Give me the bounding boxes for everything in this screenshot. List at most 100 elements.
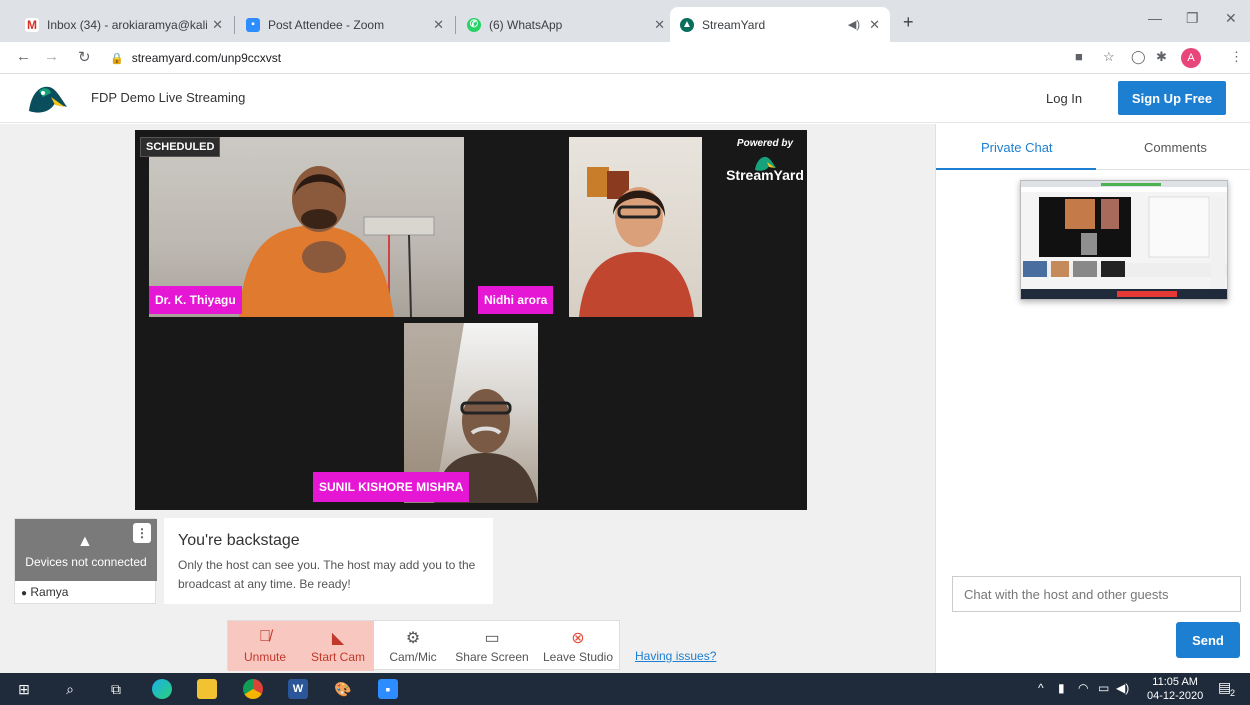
user-name: Ramya [30, 585, 69, 599]
camera-icon[interactable]: ■ [1075, 49, 1083, 64]
unmute-button[interactable]: 🎙̸ Unmute [228, 621, 302, 671]
cam-mic-button[interactable]: ⚙ Cam/Mic [378, 621, 448, 671]
gmail-icon: M [25, 17, 39, 32]
chat-input[interactable]: Chat with the host and other guests [952, 576, 1241, 612]
tab-streamyard[interactable]: ▲ StreamYard ◀) ✕ [670, 7, 890, 42]
tab-title: Inbox (34) - arokiaramya@kalind [47, 17, 207, 32]
leave-studio-label: Leave Studio [542, 650, 614, 664]
powered-by-label: Powered by [736, 138, 794, 149]
close-tab-icon[interactable]: ✕ [212, 17, 223, 33]
url-text: streamyard.com/unp9ccxvst [131, 51, 282, 65]
whatsapp-icon: ✆ [467, 17, 481, 32]
forward-icon[interactable]: → [44, 48, 59, 65]
edge-browser-icon[interactable] [152, 679, 172, 699]
page-title: FDP Demo Live Streaming [91, 90, 246, 105]
tab-whatsapp[interactable]: ✆ (6) WhatsApp ✕ [457, 7, 675, 42]
having-issues-link[interactable]: Having issues? [635, 649, 716, 663]
restore-icon[interactable]: ❐ [1186, 10, 1199, 27]
leave-studio-button[interactable]: ⊗ Leave Studio [538, 621, 618, 671]
system-clock[interactable]: 11:05 AM 04-12-2020 [1147, 675, 1203, 703]
url-field[interactable]: 🔒 streamyard.com/unp9ccxvst [110, 46, 1050, 70]
tray-overflow-icon[interactable]: ^ [1038, 681, 1044, 695]
share-screen-button[interactable]: ▭ Share Screen [452, 621, 532, 671]
paint-icon[interactable]: 🎨 [333, 679, 353, 699]
chat-placeholder: Chat with the host and other guests [964, 586, 1169, 602]
volume-icon[interactable]: ◀) [1116, 681, 1129, 695]
tab-title: Post Attendee - Zoom [268, 17, 385, 32]
browser-menu-icon[interactable]: ⋮ [1230, 49, 1243, 65]
clock-time: 11:05 AM [1152, 676, 1198, 688]
wifi-icon[interactable]: ◠ [1078, 681, 1088, 695]
streamyard-icon: ▲ [680, 17, 694, 32]
audio-playing-icon[interactable]: ◀) [848, 18, 860, 31]
zoom-icon: ▪ [246, 17, 260, 32]
site-header: FDP Demo Live Streaming Log In Sign Up F… [0, 75, 1250, 123]
streamyard-logo-icon [29, 86, 67, 113]
notification-count: 2 [1230, 688, 1236, 698]
my-camera-card: ▲ Devices not connected ⋮ ● Ramya [14, 518, 157, 604]
participant-name-tag: SUNIL KISHORE MISHRA [313, 472, 470, 502]
profile-avatar[interactable]: A [1181, 48, 1201, 68]
reload-icon[interactable]: ↻ [78, 48, 91, 66]
start-cam-label: Start Cam [310, 650, 365, 664]
close-tab-icon[interactable]: ✕ [869, 17, 880, 33]
windows-start-icon[interactable]: ⊞ [14, 679, 34, 699]
windows-taskbar: ⊞ ⌕ ⧉ W 🎨 ▪ ^ ▮ ◠ ▭ ◀) 11:05 AM 04-12-20… [0, 673, 1250, 705]
send-button[interactable]: Send [1176, 622, 1240, 658]
new-tab-button[interactable]: + [903, 12, 914, 33]
video-feed-2 [569, 137, 702, 317]
zoom-app-icon[interactable]: ▪ [378, 679, 398, 699]
backstage-message: Only the host can see you. The host may … [178, 558, 476, 591]
address-bar-row: ← → ↻ 🔒 streamyard.com/unp9ccxvst ■ ☆ ◯ … [0, 42, 1250, 74]
tab-private-chat[interactable]: Private Chat [981, 140, 1053, 155]
window-close-icon[interactable]: ✕ [1225, 10, 1237, 27]
studio-controls: 🎙̸ Unmute ◣ Start Cam ⚙ Cam/Mic ▭ Share … [227, 620, 620, 671]
user-label: ● Ramya [21, 585, 68, 599]
minimize-icon[interactable]: — [1148, 10, 1162, 26]
extensions-puzzle-icon[interactable]: ✱ [1156, 49, 1167, 65]
camera-preview: ▲ Devices not connected ⋮ [15, 519, 157, 581]
close-tab-icon[interactable]: ✕ [654, 17, 665, 33]
chrome-icon[interactable] [243, 679, 263, 699]
clock-date: 04-12-2020 [1147, 690, 1204, 702]
powered-by-watermark: Powered by StreamYard [720, 138, 810, 183]
leave-x-icon: ⊗ [571, 630, 585, 647]
chat-sidebar: Private Chat Comments Chat with the host… [935, 124, 1250, 673]
tab-title: (6) WhatsApp [489, 17, 563, 32]
start-cam-button[interactable]: ◣ Start Cam [302, 621, 374, 671]
search-icon[interactable]: ⌕ [60, 679, 80, 699]
scheduled-badge: SCHEDULED [140, 137, 221, 157]
browser-tab-strip: M Inbox (34) - arokiaramya@kalind ✕ ▪ Po… [0, 0, 1250, 42]
lock-icon: 🔒 [110, 52, 124, 65]
participant-name-tag: Dr. K. Thiyagu [149, 286, 242, 314]
extension-circle-icon[interactable]: ◯ [1131, 49, 1146, 65]
back-icon[interactable]: ← [16, 48, 31, 65]
camera-menu-icon[interactable]: ⋮ [133, 523, 151, 543]
backstage-heading: You're backstage [178, 532, 300, 549]
tab-title: StreamYard [702, 17, 766, 32]
tab-gmail[interactable]: M Inbox (34) - arokiaramya@kalind ✕ [15, 7, 233, 42]
signup-button[interactable]: Sign Up Free [1118, 81, 1226, 115]
streamyard-logo-icon [755, 156, 776, 171]
cam-mic-label: Cam/Mic [389, 650, 437, 664]
tab-comments[interactable]: Comments [1144, 140, 1207, 155]
task-view-icon[interactable]: ⧉ [106, 679, 126, 699]
share-screen-label: Share Screen [455, 650, 529, 664]
camera-off-icon: ◣ [331, 630, 345, 647]
login-link[interactable]: Log In [1046, 91, 1082, 106]
monitor-icon: ▭ [484, 630, 500, 647]
participant-name-tag: Nidhi arora [478, 286, 554, 314]
word-icon[interactable]: W [288, 679, 308, 699]
close-tab-icon[interactable]: ✕ [433, 17, 444, 33]
battery-icon[interactable]: ▭ [1098, 681, 1109, 695]
file-explorer-icon[interactable] [197, 679, 217, 699]
device-status: Devices not connected [25, 555, 147, 569]
tray-app-icon[interactable]: ▮ [1058, 681, 1065, 695]
mic-off-icon: 🎙̸ [259, 628, 271, 645]
unmute-label: Unmute [243, 650, 287, 664]
bookmark-star-icon[interactable]: ☆ [1103, 49, 1115, 65]
gear-icon: ⚙ [405, 630, 421, 647]
user-icon: ● [21, 588, 28, 599]
shared-screenshot-image[interactable] [1020, 180, 1228, 300]
tab-zoom[interactable]: ▪ Post Attendee - Zoom ✕ [236, 7, 454, 42]
